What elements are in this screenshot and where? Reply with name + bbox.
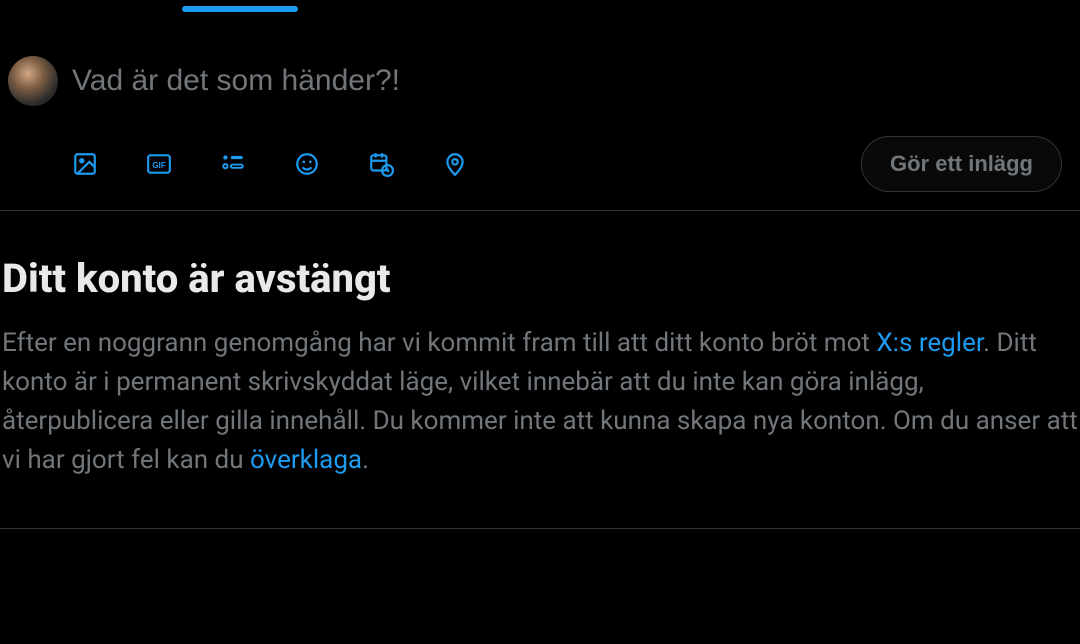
notice-text-1: Efter en noggrann genomgång har vi kommi… bbox=[2, 328, 876, 358]
rules-link[interactable]: X:s regler bbox=[876, 328, 983, 358]
poll-icon[interactable] bbox=[220, 151, 246, 177]
svg-text:GIF: GIF bbox=[152, 161, 166, 170]
active-tab-indicator bbox=[182, 6, 298, 12]
suspension-notice: Ditt konto är avstängt Efter en noggrann… bbox=[0, 211, 1080, 529]
emoji-icon[interactable] bbox=[294, 151, 320, 177]
schedule-icon[interactable] bbox=[368, 151, 394, 177]
notice-body: Efter en noggrann genomgång har vi kommi… bbox=[0, 324, 1080, 480]
avatar[interactable] bbox=[8, 56, 58, 106]
gif-icon[interactable]: GIF bbox=[146, 151, 172, 177]
toolbar-icons: GIF bbox=[72, 151, 468, 177]
appeal-link[interactable]: överklaga bbox=[250, 445, 362, 475]
composer-section: GIF bbox=[0, 0, 1080, 211]
location-icon[interactable] bbox=[442, 151, 468, 177]
compose-input[interactable] bbox=[72, 56, 1072, 98]
composer-row bbox=[0, 56, 1080, 106]
image-icon[interactable] bbox=[72, 151, 98, 177]
notice-text-3: . bbox=[362, 445, 369, 475]
post-button[interactable]: Gör ett inlägg bbox=[861, 136, 1062, 192]
notice-title: Ditt konto är avstängt bbox=[0, 255, 1080, 302]
composer-toolbar: GIF bbox=[0, 106, 1080, 192]
